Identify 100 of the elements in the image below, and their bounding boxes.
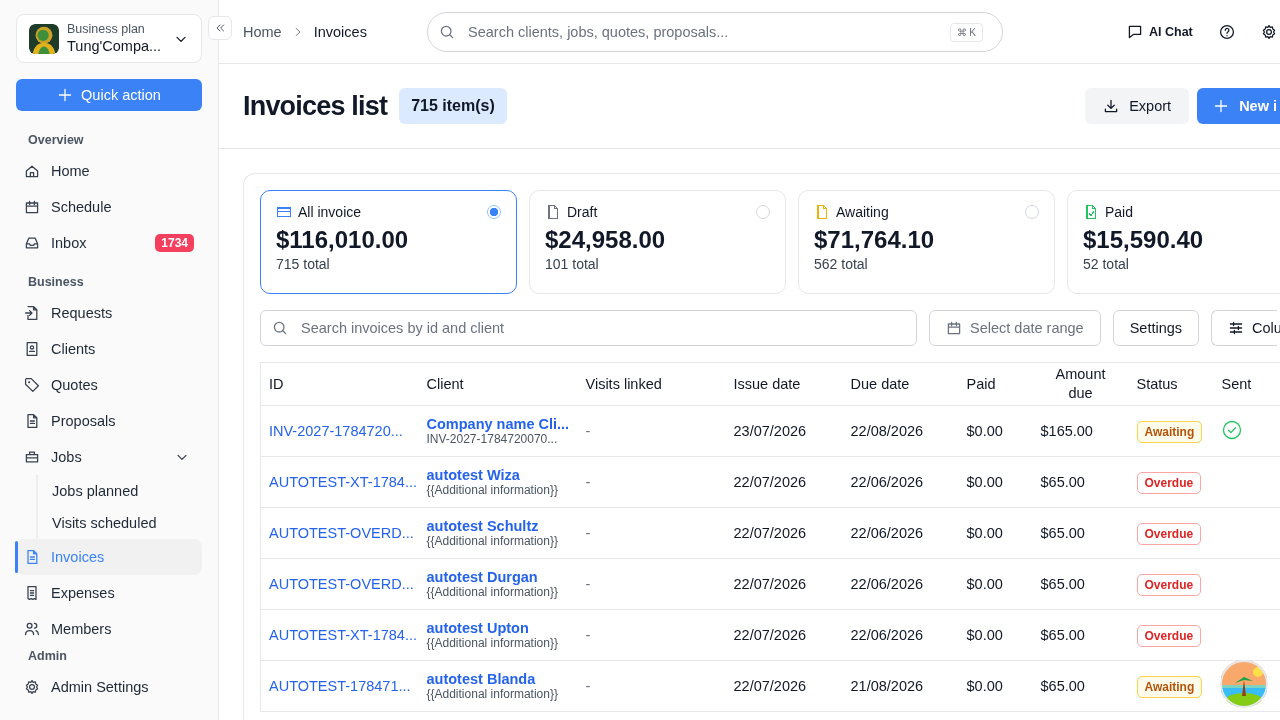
nav-icon [24, 341, 40, 357]
client-name-link[interactable]: Company name Cli... [426, 416, 570, 432]
nav-icon [24, 163, 40, 179]
column-header: Issue date [725, 362, 843, 406]
table-cell: - [577, 405, 726, 457]
column-header: Due date [842, 362, 959, 406]
card-total: 52 total [1083, 256, 1130, 272]
nav-item[interactable]: Admin Settings [16, 669, 202, 705]
invoice-id-link[interactable]: AUTOTEST-178471... [260, 660, 419, 712]
status-badge: Overdue [1136, 472, 1202, 494]
shortcut-hint: ⌘ K [949, 22, 983, 42]
column-header: Amount due [1032, 362, 1129, 406]
table-cell: $0.00 [958, 507, 1033, 559]
table-cell: 23/07/2026 [725, 405, 843, 457]
client-info: INV-2027-1784720070... [426, 432, 559, 446]
client-info: {{Additional information}} [426, 687, 559, 701]
nav-item[interactable]: Expenses [16, 575, 202, 611]
export-button[interactable]: Export [1085, 88, 1190, 124]
invoice-filter-card[interactable]: Awaiting $71,764.10 562 total [798, 190, 1055, 294]
table-cell: $65.00 [1032, 609, 1129, 661]
column-header: Status [1128, 362, 1214, 406]
calendar-icon [946, 320, 962, 336]
table-cell: 22/08/2026 [842, 405, 959, 457]
nav-item[interactable]: Members [16, 611, 202, 647]
invoice-filter-card[interactable]: All invoice $116,010.00 715 total [260, 190, 517, 294]
column-header: Client [418, 362, 578, 406]
client-info: {{Additional information}} [426, 636, 559, 650]
status-badge: Overdue [1136, 625, 1202, 647]
nav-icon [24, 585, 40, 601]
table-cell: $65.00 [1032, 456, 1129, 508]
help-icon[interactable] [1218, 23, 1235, 40]
section-heading: Admin [27, 649, 68, 665]
radio-button[interactable] [487, 205, 501, 219]
collapse-sidebar-button[interactable] [208, 16, 232, 40]
nav-item[interactable]: Quotes [16, 367, 202, 403]
breadcrumb-current: Invoices [313, 23, 367, 40]
nav-subitem[interactable]: Visits scheduled [38, 507, 202, 539]
nav-item[interactable]: Home [16, 153, 202, 189]
plan-label: Business plan [67, 21, 146, 37]
table-cell: $65.00 [1032, 660, 1129, 712]
client-name-link[interactable]: autotest Wiza [426, 467, 570, 483]
column-header: Visits linked [577, 362, 726, 406]
card-total: 101 total [545, 256, 600, 272]
invoice-id-link[interactable]: AUTOTEST-OVERD... [260, 558, 419, 610]
table-cell: 22/07/2026 [725, 660, 843, 712]
quick-action-button[interactable]: Quick action [16, 79, 202, 111]
client-name-link[interactable]: autotest Upton [426, 620, 570, 636]
invoice-id-link[interactable]: AUTOTEST-XT-1784... [260, 609, 419, 661]
invoice-filter-card[interactable]: Draft $24,958.00 101 total [529, 190, 786, 294]
table-cell: $0.00 [958, 609, 1033, 661]
nav-item[interactable]: Inbox 1734 [16, 225, 202, 261]
breadcrumb-link[interactable]: Home [243, 23, 282, 40]
nav-item[interactable]: Jobs [16, 439, 202, 475]
table-cell: 22/06/2026 [842, 609, 959, 661]
nav-item[interactable]: Requests [16, 295, 202, 331]
client-name-link[interactable]: autotest Schultz [426, 518, 570, 534]
table-cell: 22/07/2026 [725, 558, 843, 610]
item-count-badge: 715 item(s) [399, 88, 507, 124]
card-label: Paid [1105, 204, 1135, 220]
settings-button[interactable]: Settings [1112, 310, 1200, 346]
table-cell: $165.00 [1032, 405, 1129, 457]
status-badge: Overdue [1136, 574, 1202, 596]
settings-icon[interactable] [1260, 23, 1277, 40]
columns-button[interactable]: Colu [1211, 310, 1278, 346]
table-cell: $0.00 [958, 456, 1033, 508]
nav-icon [24, 305, 40, 321]
client-name-link[interactable]: autotest Durgan [426, 569, 570, 585]
card-label: Draft [567, 204, 599, 220]
table-cell: $0.00 [958, 660, 1033, 712]
nav-icon [24, 377, 40, 393]
column-header: Sent [1213, 362, 1280, 406]
nav-subitem[interactable]: Jobs planned [38, 475, 202, 507]
search-icon [272, 320, 288, 336]
nav-item[interactable]: Clients [16, 331, 202, 367]
nav-icon [24, 413, 40, 429]
client-name-link[interactable]: autotest Blanda [426, 671, 570, 687]
ai-chat-button[interactable]: AI Chat [1127, 23, 1193, 40]
date-range-picker[interactable]: Select date range [929, 310, 1101, 346]
table-cell: 22/06/2026 [842, 558, 959, 610]
status-badge: Overdue [1136, 523, 1202, 545]
invoice-id-link[interactable]: AUTOTEST-XT-1784... [260, 456, 419, 508]
client-info: {{Additional information}} [426, 483, 559, 497]
nav-item[interactable]: Schedule [16, 189, 202, 225]
new-invoice-button[interactable]: New i [1197, 88, 1280, 124]
table-cell: $65.00 [1032, 558, 1129, 610]
status-badge: Awaiting [1136, 676, 1203, 698]
invoice-filter-card[interactable]: Paid $15,590.40 52 total [1067, 190, 1280, 294]
workspace-switcher[interactable]: Business plan Tung'Compa... [16, 14, 202, 63]
nav-icon [24, 235, 40, 251]
invoice-id-link[interactable]: AUTOTEST-OVERD... [260, 507, 419, 559]
table-cell: 22/07/2026 [725, 507, 843, 559]
table-cell: - [577, 558, 726, 610]
table-cell: 21/08/2026 [842, 660, 959, 712]
invoice-search-field[interactable]: Search invoices by id and client [260, 310, 917, 346]
nav-item[interactable]: Proposals [16, 403, 202, 439]
card-total: 715 total [276, 256, 331, 272]
invoice-id-link[interactable]: INV-2027-1784720... [260, 405, 419, 457]
card-label: All invoice [298, 204, 363, 220]
status-badge: Awaiting [1136, 421, 1203, 443]
column-header: Paid [958, 362, 1033, 406]
